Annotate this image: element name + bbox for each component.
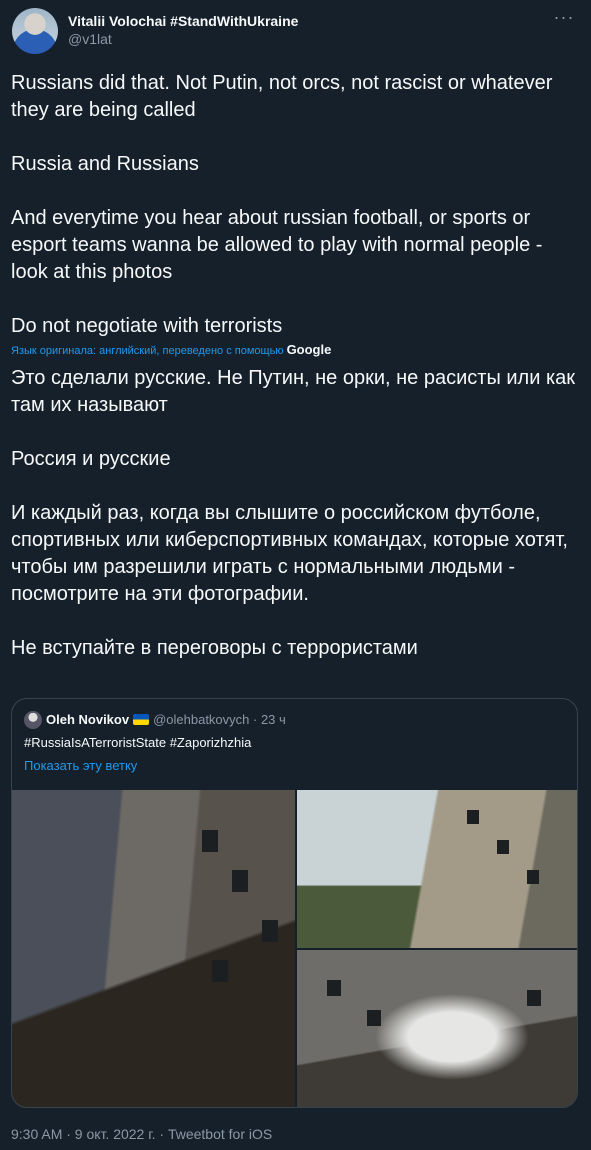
window-shape xyxy=(467,810,479,824)
quoted-text: #RussiaIsATerroristState #Zaporizhzhia xyxy=(24,735,252,750)
quoted-handle-time: @olehbatkovych · 23 ч xyxy=(153,712,286,727)
window-shape xyxy=(327,980,341,996)
tweet-meta: 9:30 AM · 9 окт. 2022 г. · Tweetbot for … xyxy=(11,1126,273,1142)
google-logo: Google xyxy=(286,342,332,357)
author-name[interactable]: Vitalii Volochai #StandWithUkraine xyxy=(68,13,298,29)
window-shape xyxy=(497,840,509,854)
author-handle[interactable]: @v1lat xyxy=(68,31,112,47)
window-shape xyxy=(212,960,228,982)
quoted-author-avatar xyxy=(24,711,42,729)
translation-note[interactable]: Язык оригинала: английский, переведено с… xyxy=(11,342,331,357)
ukraine-flag-icon xyxy=(133,714,150,725)
window-shape xyxy=(527,990,541,1006)
quoted-author-name: Oleh Novikov xyxy=(46,712,130,727)
window-shape xyxy=(202,830,218,852)
tweet-text: Russians did that. Not Putin, not orcs, … xyxy=(11,72,553,337)
translated-text: Это сделали русские. Не Путин, не орки, … xyxy=(11,367,576,659)
window-shape xyxy=(367,1010,381,1026)
tweet-header: Vitalii Volochai #StandWithUkraine @v1la… xyxy=(12,6,581,54)
window-shape xyxy=(527,870,539,884)
show-thread-link[interactable]: Показать эту ветку xyxy=(24,758,137,773)
photo-destroyed-building-3[interactable] xyxy=(297,950,577,1107)
photo-destroyed-building-1[interactable] xyxy=(12,790,295,1107)
translation-note-text: Язык оригинала: английский, переведено с… xyxy=(11,345,284,357)
author-avatar[interactable] xyxy=(12,8,58,54)
window-shape xyxy=(262,920,278,942)
window-shape xyxy=(232,870,248,892)
quoted-author-line: Oleh Novikov @olehbatkovych · 23 ч xyxy=(46,712,286,727)
quoted-tweet[interactable]: Oleh Novikov @olehbatkovych · 23 ч #Russi… xyxy=(11,698,578,1108)
photo-destroyed-building-2[interactable] xyxy=(297,790,577,948)
more-horizontal-icon[interactable]: ··· xyxy=(551,8,577,30)
